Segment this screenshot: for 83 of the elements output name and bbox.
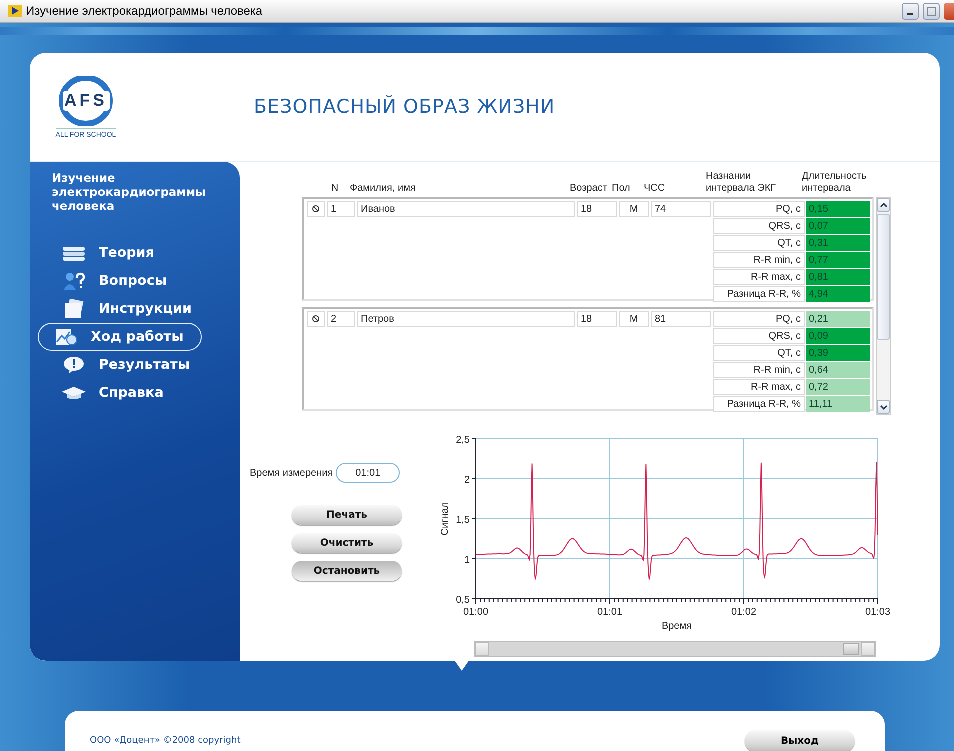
- minimize-button[interactable]: [902, 2, 919, 20]
- row-status-icon[interactable]: [307, 311, 325, 327]
- y-tick-label: 0,5: [456, 595, 470, 606]
- table-cell: Петров: [357, 311, 575, 327]
- row-status-icon[interactable]: [307, 201, 325, 217]
- action-button[interactable]: Печать: [292, 505, 402, 525]
- interval-value: 0,39: [806, 345, 870, 361]
- maximize-icon: [927, 6, 936, 16]
- table-cell: 74: [651, 201, 711, 217]
- chart-clock-icon: [53, 327, 79, 348]
- action-button[interactable]: Очистить: [292, 533, 402, 553]
- sidebar-item[interactable]: Ход работы: [38, 323, 202, 352]
- interval-value: 0,31: [806, 235, 870, 251]
- table-cell: 18: [577, 311, 617, 327]
- scroll-up-button[interactable]: [877, 198, 890, 212]
- interval-value: 11,11: [806, 396, 870, 412]
- x-tick-label: 01:03: [865, 607, 891, 618]
- column-header: Пол: [612, 182, 632, 194]
- page-heading: БЕЗОПАСНЫЙ ОБРАЗ ЖИЗНИ: [254, 96, 556, 118]
- copyright-text: ООО «Доцент» ©2008 copyright: [90, 736, 241, 746]
- interval-value: 0,64: [806, 362, 870, 378]
- column-header: Длительность интервала: [802, 171, 868, 194]
- y-axis-title: Сигнал: [440, 502, 451, 536]
- y-tick-label: 2,5: [456, 435, 470, 446]
- y-tick-label: 2: [464, 475, 470, 486]
- interval-value: 4,94: [806, 286, 870, 302]
- interval-value: 0,07: [806, 218, 870, 234]
- x-axis-title: Время: [662, 621, 692, 632]
- sidebar-item[interactable]: Вопросы: [38, 267, 202, 296]
- table-cell: Разница R-R, %: [713, 286, 805, 302]
- sidebar-item[interactable]: Справка: [38, 379, 202, 408]
- person-question-icon: [61, 271, 87, 292]
- scroll-down-button[interactable]: [877, 400, 890, 414]
- table-cell: М: [619, 201, 649, 217]
- column-header: ЧСС: [644, 182, 666, 194]
- table-cell: 18: [577, 201, 617, 217]
- interval-value: 0,81: [806, 269, 870, 285]
- measurement-time-label: Время измерения: [250, 468, 334, 478]
- x-tick-label: 01:01: [597, 607, 623, 618]
- action-button[interactable]: Остановить: [292, 561, 402, 581]
- table-cell: QRS, с: [713, 218, 805, 234]
- x-tick-label: 01:02: [731, 607, 757, 618]
- table-cell: R-R min, с: [713, 252, 805, 268]
- sidebar-item[interactable]: Инструкции: [38, 295, 202, 324]
- column-header: Возраст: [570, 182, 608, 194]
- column-header: Назнании интервала ЭКГ: [706, 171, 778, 194]
- window-title: Изучение электрокардиограммы человека: [26, 4, 264, 18]
- interval-value: 0,09: [806, 328, 870, 344]
- table-cell: QRS, с: [713, 328, 805, 344]
- caret-up-icon: [880, 202, 888, 208]
- interval-value: 0,15: [806, 201, 870, 217]
- interval-value: 0,72: [806, 379, 870, 395]
- table-cell: PQ, с: [713, 311, 805, 327]
- table-cell: 1: [327, 201, 355, 217]
- column-header: Фамилия, имя: [350, 182, 417, 194]
- table-cell: PQ, с: [713, 201, 805, 217]
- caret-down-icon: [880, 404, 888, 410]
- exit-button[interactable]: Выход: [745, 730, 855, 751]
- table-cell: 2: [327, 311, 355, 327]
- y-tick-label: 1,5: [456, 515, 470, 526]
- interval-value: 0,21: [806, 311, 870, 327]
- close-button[interactable]: [944, 2, 954, 20]
- vertical-scrollbar[interactable]: [876, 197, 891, 415]
- table-cell: R-R max, с: [713, 379, 805, 395]
- table-cell: QT, с: [713, 345, 805, 361]
- interval-value: 0,77: [806, 252, 870, 268]
- sidebar-title: Изучение электрокардиограммы человека: [51, 172, 207, 215]
- table-cell: Разница R-R, %: [713, 396, 805, 412]
- table-cell: 81: [651, 311, 711, 327]
- table-cell: QT, с: [713, 235, 805, 251]
- sidebar-item[interactable]: Теория: [38, 239, 202, 268]
- speech-exclamation-icon: [61, 355, 87, 376]
- table-cell: R-R max, с: [713, 269, 805, 285]
- table-cell: Иванов: [357, 201, 575, 217]
- table-cell: М: [619, 311, 649, 327]
- measurement-time-field[interactable]: 01:01: [336, 463, 400, 483]
- column-header: N: [330, 182, 340, 194]
- horizontal-scrollbar[interactable]: [474, 641, 876, 657]
- table-cell: R-R min, с: [713, 362, 805, 378]
- sidebar-item[interactable]: Результаты: [38, 351, 202, 380]
- x-tick-label: 01:00: [463, 607, 489, 618]
- y-tick-label: 1: [464, 555, 470, 566]
- app-icon: [8, 5, 22, 17]
